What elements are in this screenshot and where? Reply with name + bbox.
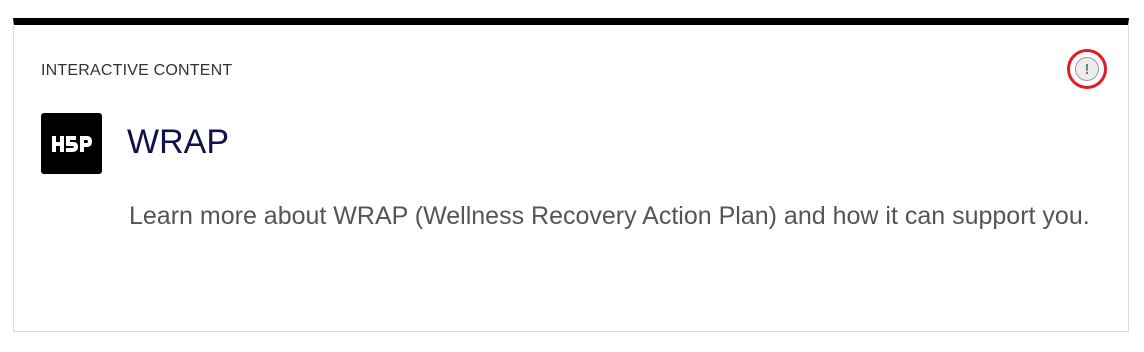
exclamation-circle-icon: ! [1075, 57, 1099, 81]
h5p-logo-icon [51, 135, 92, 152]
content-title-link[interactable]: WRAP [127, 123, 229, 162]
page: INTERACTIVE CONTENT ! WRAP Learn more ab… [0, 0, 1144, 352]
content-type-label: INTERACTIVE CONTENT [41, 62, 233, 79]
alert-button[interactable]: ! [1067, 49, 1107, 89]
h5p-logo [41, 113, 102, 174]
content-description: Learn more about WRAP (Wellness Recovery… [129, 202, 1090, 230]
alert-symbol: ! [1084, 60, 1090, 78]
interactive-content-card: INTERACTIVE CONTENT ! WRAP Learn more ab… [13, 18, 1129, 332]
